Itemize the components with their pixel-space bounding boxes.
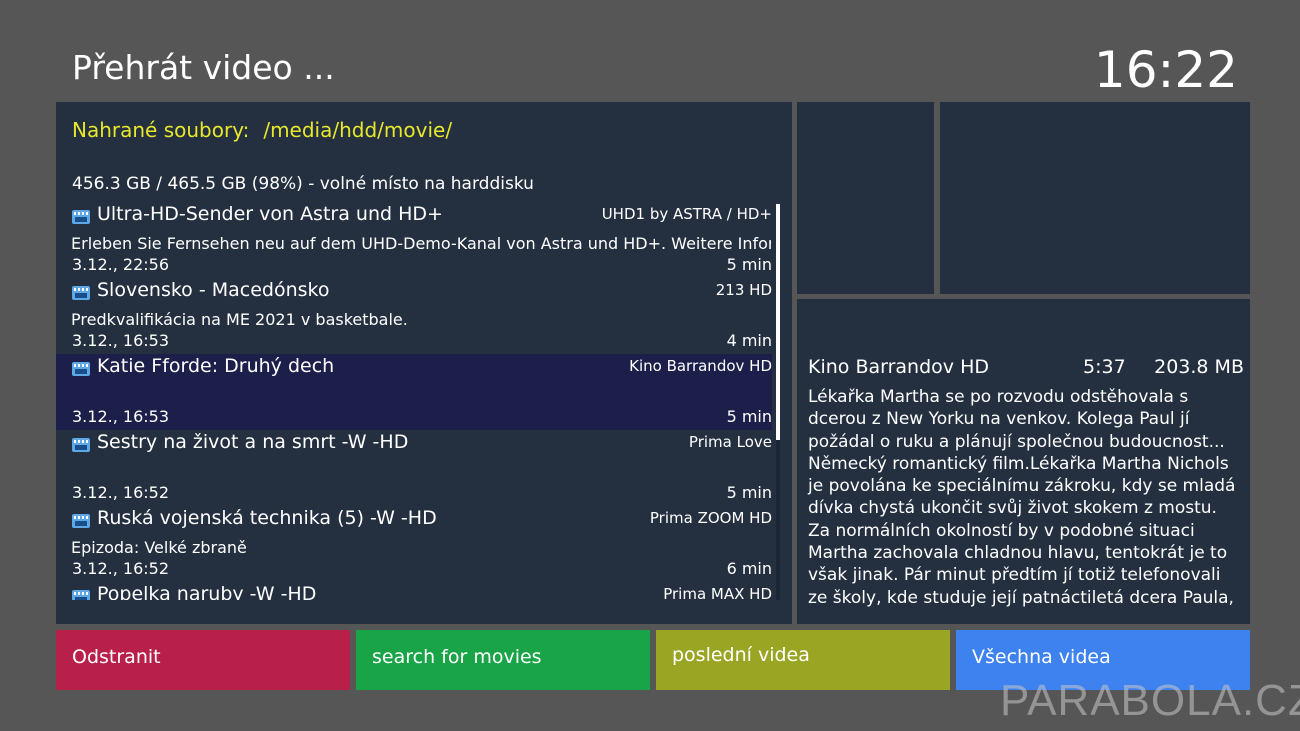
recording-channel: Prima Love	[688, 433, 772, 451]
disk-space-info: 456.3 GB / 465.5 GB (98%) - volné místo …	[72, 174, 534, 194]
recording-channel: 213 HD	[715, 281, 772, 299]
list-item[interactable]: Popelka naruby -W -HD Prima MAX HD	[56, 582, 772, 600]
recording-date: 3.12., 16:52	[72, 483, 169, 502]
yellow-button-label: poslední videa	[672, 644, 810, 666]
yellow-recent-button[interactable]: poslední videa	[656, 630, 950, 690]
recording-title: Katie Fforde: Druhý dech	[97, 355, 335, 377]
movie-file-icon	[72, 590, 90, 600]
recording-title: Ruská vojenská technika (5) -W -HD	[97, 507, 437, 529]
movie-file-icon	[72, 286, 90, 300]
info-description: Lékařka Martha se po rozvodu odstěhovala…	[808, 387, 1236, 608]
preview-video-tile	[940, 102, 1250, 294]
info-length: 5:37	[1083, 356, 1126, 378]
green-button-label: search for movies	[372, 646, 542, 668]
recording-title: Slovensko - Macedónsko	[97, 279, 330, 301]
recordings-list: Ultra-HD-Sender von Astra und HD+ UHD1 b…	[56, 202, 792, 600]
recording-info-panel: Kino Barrandov HD 5:37 203.8 MB Lékařka …	[797, 299, 1250, 624]
recording-duration: 6 min	[726, 559, 772, 578]
info-channel: Kino Barrandov HD	[808, 356, 989, 378]
location-line: Nahrané soubory: /media/hdd/movie/	[72, 118, 452, 142]
list-item-selected[interactable]: Katie Fforde: Druhý dech Kino Barrandov …	[56, 354, 772, 430]
location-path: /media/hdd/movie/	[263, 118, 453, 142]
blue-button-label: Všechna videa	[972, 646, 1111, 668]
page-title: Přehrát video ...	[72, 48, 335, 87]
red-button-label: Odstranit	[72, 646, 161, 668]
recording-duration: 4 min	[726, 331, 772, 350]
recording-date: 3.12., 16:53	[72, 331, 169, 350]
scrollbar-thumb[interactable]	[776, 204, 780, 440]
recording-date: 3.12., 16:52	[72, 559, 169, 578]
recording-description: Erleben Sie Fernsehen neu auf dem UHD-De…	[71, 234, 771, 253]
movie-file-icon	[72, 438, 90, 452]
green-search-button[interactable]: search for movies	[356, 630, 650, 690]
recording-date: 3.12., 22:56	[72, 255, 169, 274]
recording-channel: Kino Barrandov HD	[629, 357, 772, 375]
recording-date: 3.12., 16:53	[72, 407, 169, 426]
list-item[interactable]: Slovensko - Macedónsko 213 HD Predkvalif…	[56, 278, 772, 354]
clock: 16:22	[1093, 41, 1238, 99]
recording-duration: 5 min	[726, 407, 772, 426]
movie-file-icon	[72, 362, 90, 376]
movie-file-icon	[72, 210, 90, 224]
recording-title: Popelka naruby -W -HD	[97, 583, 317, 600]
recording-title: Ultra-HD-Sender von Astra und HD+	[97, 203, 443, 225]
scrollbar-track[interactable]	[776, 440, 780, 600]
recording-duration: 5 min	[726, 483, 772, 502]
recording-description: Epizoda: Velké zbraně	[71, 538, 247, 557]
recording-title: Sestry na život a na smrt -W -HD	[97, 431, 409, 453]
list-item[interactable]: Ultra-HD-Sender von Astra und HD+ UHD1 b…	[56, 202, 772, 278]
recording-description: Predkvalifikácia na ME 2021 v basketbale…	[71, 310, 408, 329]
list-item[interactable]: Sestry na život a na smrt -W -HD Prima L…	[56, 430, 772, 506]
preview-tile-small	[797, 102, 934, 294]
movie-file-icon	[72, 514, 90, 528]
recording-channel: Prima MAX HD	[663, 585, 772, 600]
recording-duration: 5 min	[726, 255, 772, 274]
info-file-size: 203.8 MB	[1154, 356, 1244, 378]
location-label: Nahrané soubory:	[72, 118, 250, 142]
watermark: PARABOLA.CZ	[1000, 676, 1300, 725]
recording-channel: Prima ZOOM HD	[649, 509, 772, 527]
recordings-panel: Nahrané soubory: /media/hdd/movie/ 456.3 …	[56, 102, 792, 624]
recording-channel: UHD1 by ASTRA / HD+	[601, 205, 772, 223]
list-item[interactable]: Ruská vojenská technika (5) -W -HD Prima…	[56, 506, 772, 582]
red-delete-button[interactable]: Odstranit	[56, 630, 350, 690]
